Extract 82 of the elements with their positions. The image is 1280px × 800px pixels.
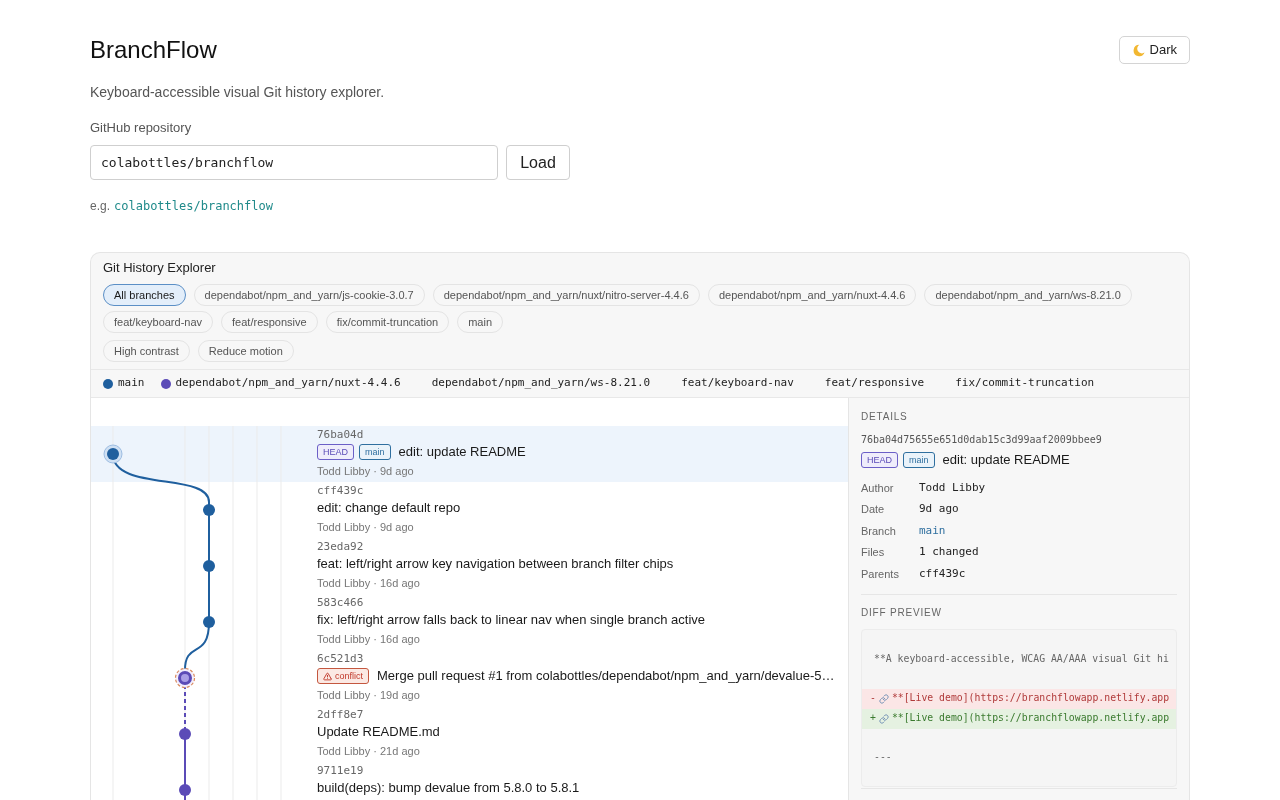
branch-filter-chip[interactable]: fix/commit-truncation [325,311,450,333]
commit-meta: Todd Libby · 19d ago [317,687,420,703]
commit-row[interactable]: cff439c edit: change default repo Todd Libby · 9d ago [91,482,848,538]
commit-row[interactable]: 9711e19 build(deps): bump devalue from 5.8.0 to 5.8.1 [91,762,848,800]
diff-text: --- [874,750,892,765]
branch-tag: main [359,444,391,460]
field-label: Parents [861,566,900,582]
app-subtitle: Keyboard-accessible visual Git history explorer. [90,83,385,102]
commit-message: fix: left/right arrow falls back to linear nav when single branch active [317,611,706,630]
branch-link[interactable]: main [919,522,946,539]
load-button[interactable]: Load [506,145,570,180]
details-message: edit: update README [942,451,1070,470]
commit-hash: 2dff8e7 [317,708,364,722]
branch-filter-chip[interactable]: dependabot/npm_and_yarn/nuxt/nitro-server-4.4.6 [432,284,700,306]
commit-row[interactable]: 583c466 fix: left/right arrow falls back to linear nav when single branch active Todd Libby · 16d ago [91,594,848,650]
legend-label: feat/keyboard-nav [681,375,794,392]
head-tag: HEAD [861,452,898,468]
commit-message: feat: left/right arrow key navigation between branch filter chips [317,555,674,574]
field-value: cff439c [919,565,966,582]
commit-row[interactable]: 23eda92 feat: left/right arrow key navigation between branch filter chips Todd Libby · 16d ago [91,538,848,594]
commit-message: Update README.md [317,723,440,742]
branch-filter-chip[interactable]: dependabot/npm_and_yarn/js-cookie-3.0.7 [193,284,425,306]
moon-icon [1131,43,1145,57]
head-tag: HEAD [317,444,354,460]
commit-hash: 76ba04d [317,428,364,442]
commit-row[interactable]: 2dff8e7 Update README.md Todd Libby · 21d ago [91,706,848,762]
legend-label: fix/commit-truncation [955,375,1095,392]
commit-message: build(deps): bump devalue from 5.8.0 to 5.8.1 [317,779,580,798]
commit-message: edit: change default repo [317,499,461,518]
commit-meta: Todd Libby · 9d ago [317,463,414,479]
toggle-chip[interactable]: Reduce motion [197,340,294,362]
commit-meta: Todd Libby · 16d ago [317,575,420,591]
conflict-label: conflict [335,671,363,681]
branch-filter-chip[interactable]: main [457,311,503,333]
commit-meta: Todd Libby · 16d ago [317,631,420,647]
legend-label: dependabot/npm_and_yarn/ws-8.21.0 [431,375,651,392]
diff-text: **A keyboard-accessible, WCAG AA/AAA visual Git hi [874,652,1169,667]
link-icon [878,693,889,704]
field-label: Branch [861,523,897,539]
diff-text: **[Live demo](https://branchflowapp.netlify.app [891,711,1170,726]
legend-label: feat/responsive [824,375,925,392]
commit-meta: Todd Libby · 9d ago [317,519,414,535]
diff-heading: DIFF PREVIEW [861,605,943,620]
toggle-chip[interactable]: High contrast [103,340,190,362]
warning-icon [323,671,332,681]
branch-filter-chip[interactable]: dependabot/npm_and_yarn/ws-8.21.0 [924,284,1132,306]
diff-text: **[Live demo](https://branchflowapp.netlify.app [891,691,1170,706]
commit-row[interactable]: 6c521d3 conflict Merge pull request #1 from colabottles/dependabot/npm_and_yarn/devalue-5… Todd Libby · 19d ago [91,650,848,706]
branch-filter-chip[interactable]: dependabot/npm_and_yarn/nuxt-4.4.6 [707,284,917,306]
example-label: e.g. [90,198,110,215]
commit-row[interactable]: 76ba04d HEAD main edit: update README Todd Libby · 9d ago [91,426,848,482]
theme-toggle-button[interactable]: Dark [1118,36,1190,64]
commit-hash: 23eda92 [317,540,364,554]
commit-hash: 6c521d3 [317,652,364,666]
branch-filter-chip[interactable]: All branches [103,284,186,306]
branch-tag: main [903,452,935,468]
branch-filter-chip[interactable]: feat/keyboard-nav [103,311,214,333]
commit-message: edit: update README [398,443,526,462]
commit-hash: cff439c [317,484,364,498]
commit-hash: 9711e19 [317,764,364,778]
commit-message: Merge pull request #1 from colabottles/dependabot/npm_and_yarn/devalue-5… [377,667,835,686]
diff-sign: - [870,691,876,706]
link-icon [878,713,889,724]
legend-label: main [118,375,145,392]
field-label: Author [861,480,895,496]
field-value: Todd Libby [919,479,986,496]
repo-label: GitHub repository [90,119,192,137]
details-heading: DETAILS [861,410,908,424]
legend-label: dependabot/npm_and_yarn/nuxt-4.4.6 [175,375,401,392]
repo-input[interactable]: colabottles/branchflow [90,145,498,180]
field-label: Files [861,545,886,560]
full-hash: 76ba04d75655e651d0dab15c3d99aaf2009bbee9 [861,432,1102,447]
example-link[interactable]: colabottles/branchflow [114,197,273,215]
field-value: 1 changed [919,544,979,560]
field-value: 9d ago [919,501,959,517]
branch-filter-chip[interactable]: feat/responsive [221,311,318,333]
explorer-title: Git History Explorer [103,259,217,277]
diff-sign: + [870,711,876,726]
commit-meta: Todd Libby · 21d ago [317,743,420,759]
field-label: Date [861,502,886,517]
app-title: BranchFlow [90,36,217,64]
commit-hash: 583c466 [317,596,364,610]
